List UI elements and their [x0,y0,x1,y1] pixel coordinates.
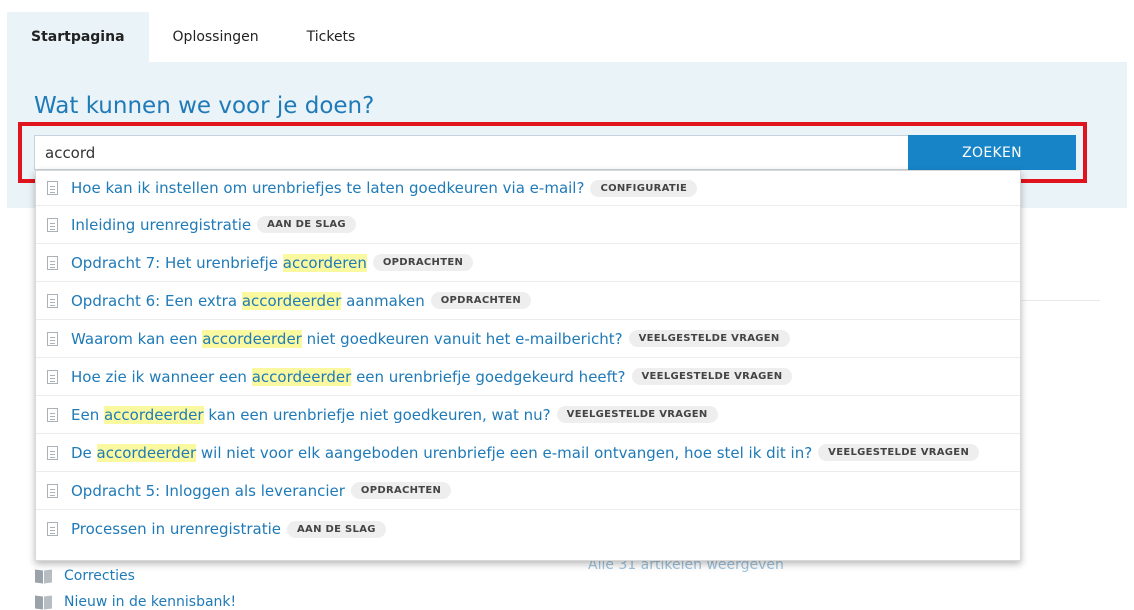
suggestion-item[interactable]: Hoe kan ik instellen om urenbriefjes te … [36,171,1020,206]
suggestion-title: Een accordeerder kan een urenbriefje nie… [71,405,551,424]
document-icon [47,369,58,384]
category-badge: OPDRACHTEN [372,254,474,271]
tab-bar: Startpagina Oplossingen Tickets [7,12,379,62]
suggestion-title: Waarom kan een accordeerder niet goedkeu… [71,329,623,348]
search-match-highlight: accordeerder [103,405,204,424]
document-icon [47,293,58,308]
page-title: Wat kunnen we voor je doen? [34,93,375,119]
book-icon [35,568,53,584]
suggestion-item[interactable]: Opdracht 5: Inloggen als leverancier OPDR… [36,472,1020,510]
suggestion-title: Opdracht 6: Een extra accordeerder aanma… [71,291,425,310]
category-item-nieuw[interactable]: Nieuw in de kennisbank! [35,594,236,610]
category-badge: VEELGESTELDE VRAGEN [818,444,980,461]
category-label: Correcties [64,568,135,584]
suggestion-item[interactable]: Waarom kan een accordeerder niet goedkeu… [36,320,1020,358]
category-badge: CONFIGURATIE [590,179,698,197]
document-icon [47,181,58,195]
category-badge: AAN DE SLAG [287,520,386,538]
suggestion-item[interactable]: Processen in urenregistratie AAN DE SLAG [36,510,1020,548]
document-icon [47,483,58,498]
suggestion-title: Processen in urenregistratie [71,520,282,538]
suggestion-title: De accordeerder wil niet voor elk aangeb… [71,443,813,462]
suggestion-item[interactable]: Opdracht 7: Het urenbriefje accorderen OP… [36,244,1020,282]
search-match-highlight: accordeerder [241,291,342,310]
category-badge: OPDRACHTEN [350,482,452,499]
search-match-highlight: accordeerder [96,443,197,462]
tab-startpagina[interactable]: Startpagina [7,12,149,62]
category-item-correcties[interactable]: Correcties [35,568,135,584]
category-badge: AAN DE SLAG [257,216,356,233]
tab-tickets[interactable]: Tickets [283,12,380,62]
suggestion-item[interactable]: Inleiding urenregistratie AAN DE SLAG [36,206,1020,244]
suggestion-title: Hoe kan ik instellen om urenbriefjes te … [71,179,585,197]
search-input[interactable] [34,135,908,170]
suggestion-title: Hoe zie ik wanneer een accordeerder een … [71,367,626,386]
category-badge: VEELGESTELDE VRAGEN [628,330,790,347]
document-icon [47,407,58,422]
search-button[interactable]: ZOEKEN [908,135,1076,170]
search-bar: ZOEKEN [34,135,1076,170]
document-icon [47,445,58,460]
search-match-highlight: accorderen [282,253,367,272]
category-badge: OPDRACHTEN [430,292,532,309]
suggestion-title: Inleiding urenregistratie [71,215,252,234]
document-icon [47,217,58,232]
suggestion-item[interactable]: Opdracht 6: Een extra accordeerder aanma… [36,282,1020,320]
suggestion-item[interactable]: Hoe zie ik wanneer een accordeerder een … [36,358,1020,396]
category-badge: VEELGESTELDE VRAGEN [556,406,718,423]
document-icon [47,255,58,270]
search-suggestions-dropdown: Hoe kan ik instellen om urenbriefjes te … [35,170,1021,561]
divider [1022,300,1100,301]
search-match-highlight: accordeerder [202,329,302,348]
document-icon [47,522,58,536]
suggestion-item[interactable]: De accordeerder wil niet voor elk aangeb… [36,434,1020,472]
search-match-highlight: accordeerder [251,367,352,386]
suggestion-item[interactable]: Een accordeerder kan een urenbriefje nie… [36,396,1020,434]
document-icon [47,331,58,346]
category-badge: VEELGESTELDE VRAGEN [631,368,793,385]
tab-oplossingen[interactable]: Oplossingen [149,12,283,62]
suggestion-title: Opdracht 5: Inloggen als leverancier [71,481,345,500]
book-icon [35,594,53,610]
category-label: Nieuw in de kennisbank! [64,594,237,610]
suggestion-title: Opdracht 7: Het urenbriefje accorderen [71,253,367,272]
